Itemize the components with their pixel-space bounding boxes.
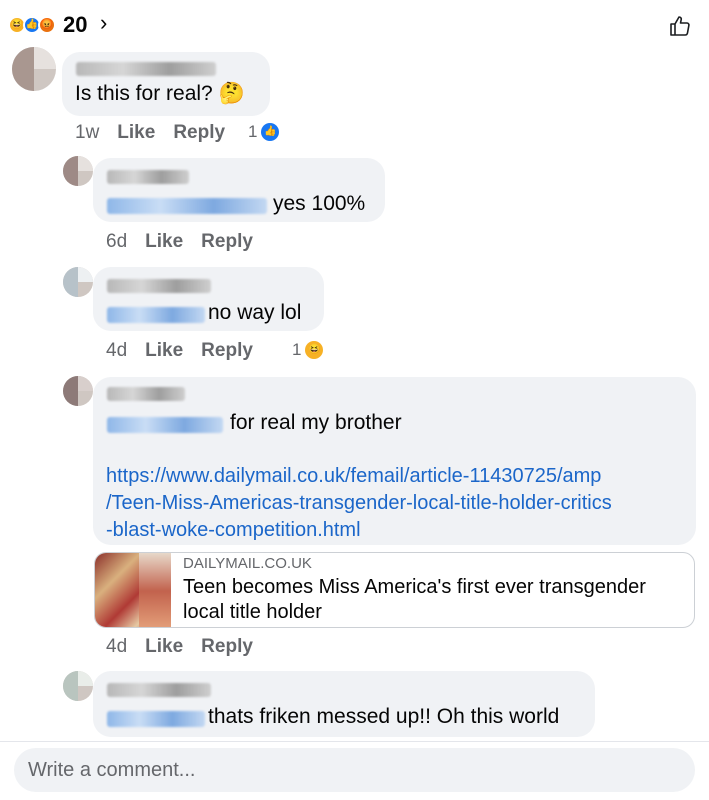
article-link[interactable]: https://www.dailymail.co.uk/femail/artic… xyxy=(106,465,601,488)
like-button[interactable]: Like xyxy=(145,340,183,361)
comment-bubble: yes 100% xyxy=(93,158,385,222)
comment-actions: 4d Like Reply xyxy=(106,636,271,658)
comment-bubble: for real my brother https://www.dailymai… xyxy=(93,377,696,545)
mention-tag[interactable] xyxy=(107,198,267,214)
reply-button[interactable]: Reply xyxy=(201,231,253,252)
comment-text: yes 100% xyxy=(273,192,366,215)
comment-actions: 1w Like Reply xyxy=(75,122,243,144)
comment-text: no way lol xyxy=(208,301,302,324)
comment-text: Is this for real? 🤔 xyxy=(75,82,245,105)
timestamp[interactable]: 6d xyxy=(106,231,127,252)
author-name[interactable] xyxy=(76,62,216,76)
comment-reactions[interactable]: 1 👍 xyxy=(248,122,280,142)
timestamp[interactable]: 4d xyxy=(106,340,127,361)
comment-actions: 6d Like Reply xyxy=(106,231,271,253)
reply-button[interactable]: Reply xyxy=(173,122,225,143)
avatar[interactable] xyxy=(63,156,93,186)
author-name[interactable] xyxy=(107,170,189,184)
timestamp[interactable]: 4d xyxy=(106,636,127,657)
like-button[interactable]: Like xyxy=(117,122,155,143)
article-link[interactable]: -blast-woke-competition.html xyxy=(106,519,361,542)
reaction-summary[interactable]: 😆 👍 😡 20 xyxy=(8,12,87,38)
thumbs-up-icon[interactable] xyxy=(668,14,692,38)
like-button[interactable]: Like xyxy=(145,231,183,252)
reply-button[interactable]: Reply xyxy=(201,340,253,361)
avatar[interactable] xyxy=(12,47,56,91)
mention-tag[interactable] xyxy=(107,417,223,433)
reaction-count: 1 xyxy=(248,122,258,141)
like-icon: 👍 xyxy=(261,123,280,141)
author-name[interactable] xyxy=(107,387,185,401)
comment-text: for real my brother xyxy=(230,411,402,434)
divider xyxy=(0,741,709,742)
angry-icon: 😡 xyxy=(38,16,56,34)
link-preview-card[interactable]: DAILYMAIL.CO.UK Teen becomes Miss Americ… xyxy=(94,552,695,628)
preview-domain: DAILYMAIL.CO.UK xyxy=(183,555,312,572)
comment-bubble: no way lol xyxy=(93,267,324,331)
comment-actions: 4d Like Reply xyxy=(106,340,271,362)
mention-tag[interactable] xyxy=(107,711,205,727)
author-name[interactable] xyxy=(107,279,211,293)
avatar[interactable] xyxy=(63,376,93,406)
comment-reactions[interactable]: 1 😆 xyxy=(292,340,324,360)
reactions-bar: 😆 👍 😡 20 › xyxy=(0,0,709,50)
timestamp[interactable]: 1w xyxy=(75,122,99,143)
reaction-count: 1 xyxy=(292,340,302,359)
reaction-count: 20 xyxy=(63,12,88,37)
comment-text: thats friken messed up!! Oh this world xyxy=(208,705,560,728)
article-link[interactable]: /Teen-Miss-Americas-transgender-local-ti… xyxy=(106,492,612,515)
mention-tag[interactable] xyxy=(107,307,205,323)
comment-bubble: thats friken messed up!! Oh this world xyxy=(93,671,595,737)
comment-composer[interactable] xyxy=(14,748,695,792)
haha-icon: 😆 xyxy=(305,341,324,359)
comment-input[interactable] xyxy=(14,748,695,792)
chevron-right-icon[interactable]: › xyxy=(100,10,107,36)
preview-title: Teen becomes Miss America's first ever t… xyxy=(183,576,646,623)
avatar[interactable] xyxy=(63,267,93,297)
reply-button[interactable]: Reply xyxy=(201,636,253,657)
avatar[interactable] xyxy=(63,671,93,701)
author-name[interactable] xyxy=(107,683,211,697)
comment-bubble: Is this for real? 🤔 xyxy=(62,52,270,116)
like-button[interactable]: Like xyxy=(145,636,183,657)
